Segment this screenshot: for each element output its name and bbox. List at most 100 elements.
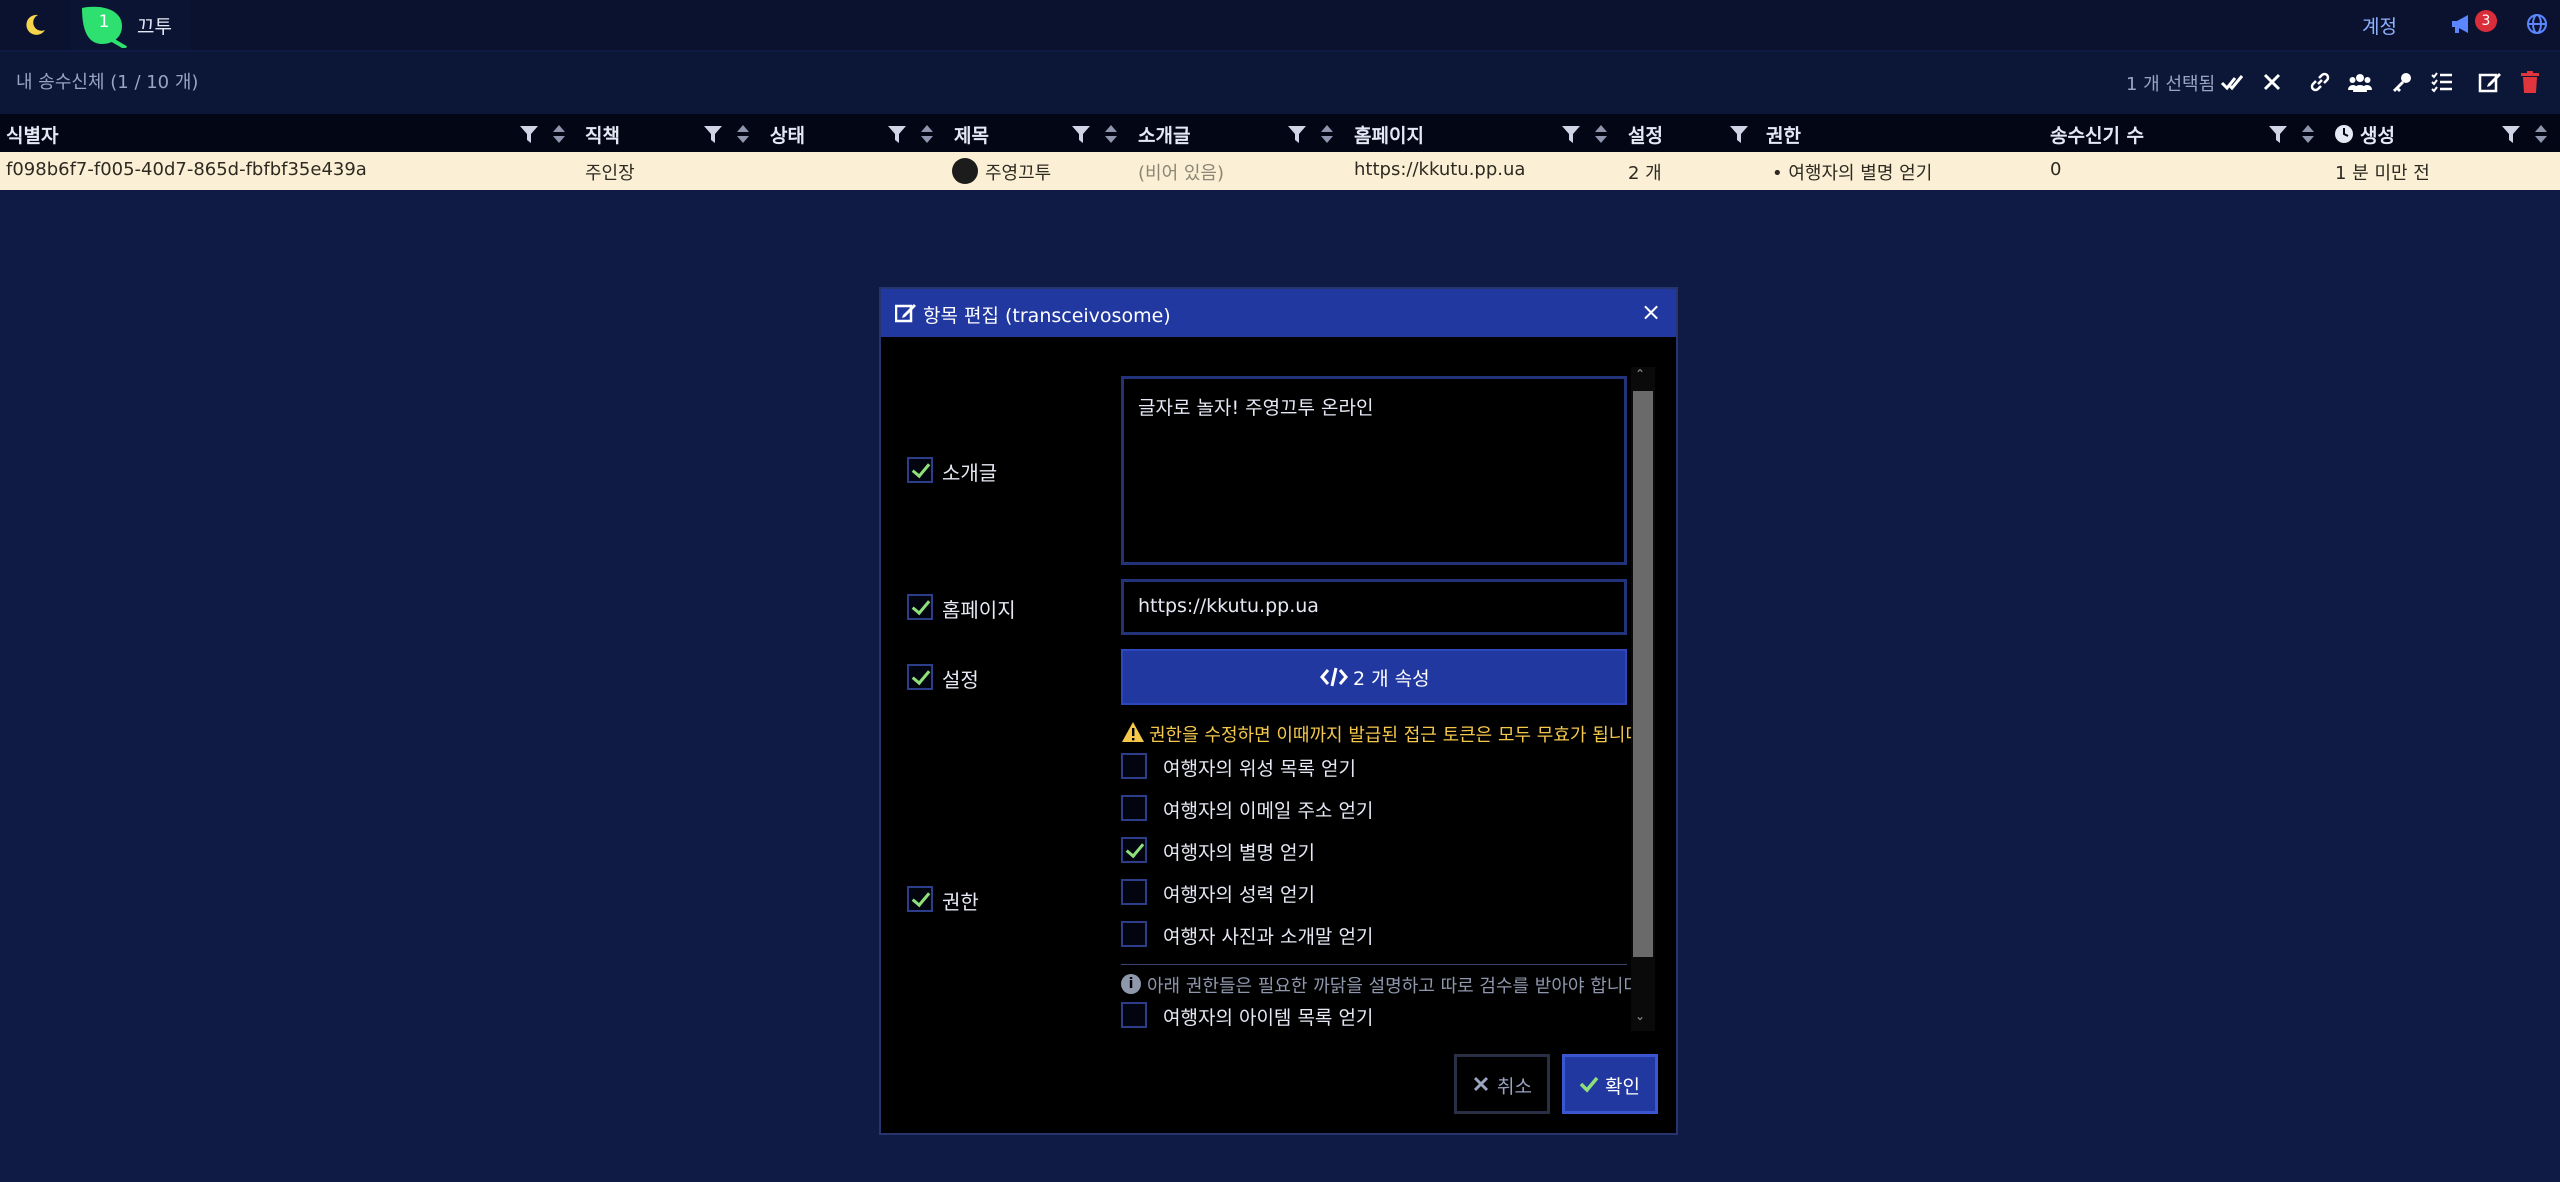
scrollbar[interactable]: ⌃ ⌄ [1631,367,1655,1031]
filter-icon[interactable] [1070,122,1092,146]
settings-properties-label: 2 개 속성 [1353,668,1430,690]
trash-icon[interactable] [2518,70,2542,94]
key-icon[interactable] [2390,70,2414,94]
review-notice-text: 아래 권한들은 필요한 까닭을 설명하고 따로 검수를 받아야 합니다. [1147,976,1646,997]
filter-icon[interactable] [1728,122,1750,146]
cell-id: f098b6f7-f005-40d7-865d-fbfbf35e439a [6,159,367,180]
col-header-status[interactable]: 상태 [770,121,805,148]
filter-icon[interactable] [886,122,908,146]
edit-dialog: 항목 편집 (transceivosome) × 소개글 글자로 놀자! 주영끄… [879,287,1678,1135]
dialog-title: 항목 편집 (transceivosome) [923,305,1171,327]
filter-icon[interactable] [1286,122,1308,146]
col-header-receivers[interactable]: 송수신기 수 [2050,121,2144,148]
settings-checkbox[interactable] [907,664,933,690]
clock-icon [2335,125,2353,143]
sort-icon[interactable] [1100,122,1122,146]
list-icon[interactable] [2430,70,2454,94]
table-row[interactable]: f098b6f7-f005-40d7-865d-fbfbf35e439a 주인장… [0,152,2560,190]
col-header-title[interactable]: 제목 [954,121,989,148]
settings-label: 설정 [942,668,979,692]
scroll-up-icon[interactable]: ⌃ [1635,367,1645,381]
filter-icon[interactable] [702,122,724,146]
col-header-homepage[interactable]: 홈페이지 [1354,121,1424,148]
perm-checkbox-items[interactable] [1121,1002,1147,1028]
code-icon [1320,667,1348,687]
globe-icon[interactable] [2526,13,2548,35]
link-icon[interactable] [2308,70,2332,94]
info-icon: i [1121,974,1141,994]
megaphone-icon[interactable] [2450,13,2474,35]
cell-settings: 2 개 [1628,163,1662,184]
warning-text: 권한을 수정하면 이때까지 발급된 접근 토큰은 모두 무효가 됩니다. [1149,725,1648,746]
app-name[interactable]: 끄투 [137,12,172,39]
sort-icon[interactable] [2297,122,2319,146]
settings-properties-button[interactable]: 2 개 속성 [1121,649,1627,705]
account-link[interactable]: 계정 [2362,12,2397,39]
perm-checkbox-gender[interactable] [1121,879,1147,905]
filter-icon[interactable] [2267,122,2289,146]
permissions-label: 권한 [942,890,979,914]
perm-label-photo: 여행자 사진과 소개말 얻기 [1163,926,1374,948]
filter-icon[interactable] [2500,122,2522,146]
selection-count: 1 개 선택됨 [2126,74,2216,95]
col-header-intro[interactable]: 소개글 [1138,121,1190,148]
cancel-label: 취소 [1497,1076,1532,1098]
perm-label-nickname: 여행자의 별명 얻기 [1163,842,1315,864]
confirm-button[interactable]: 확인 [1562,1054,1658,1114]
perm-label-items: 여행자의 아이템 목록 얻기 [1163,1007,1374,1029]
sort-icon[interactable] [916,122,938,146]
scroll-down-icon[interactable]: ⌄ [1635,1009,1645,1023]
edit-icon [895,304,916,323]
filter-icon[interactable] [1560,122,1582,146]
intro-checkbox[interactable] [907,457,933,483]
sort-icon[interactable] [2530,122,2552,146]
cancel-button[interactable]: 취소 [1454,1054,1550,1114]
col-header-created[interactable]: 생성 [2360,121,2395,148]
perm-checkbox-satellites[interactable] [1121,753,1147,779]
perm-checkbox-photo[interactable] [1121,921,1147,947]
col-header-id[interactable]: 식별자 [6,121,58,148]
top-bar: 1 끄투 계정 3 [0,0,2560,50]
cell-role: 주인장 [585,163,635,184]
sort-icon[interactable] [1316,122,1338,146]
users-icon[interactable] [2348,70,2372,94]
clear-selection-icon[interactable] [2260,70,2284,94]
cell-permissions: • 여행자의 별명 얻기 [1772,163,1933,184]
homepage-input[interactable]: https://kkutu.pp.ua [1121,579,1627,635]
perm-label-satellites: 여행자의 위성 목록 얻기 [1163,758,1356,780]
tab-count-badge: 1 [98,12,110,32]
select-all-icon[interactable] [2220,70,2244,94]
col-header-settings[interactable]: 설정 [1628,121,1663,148]
perm-checkbox-nickname[interactable] [1121,837,1147,863]
cell-title: 주영끄투 [985,163,1052,184]
scrollbar-thumb[interactable] [1633,391,1653,957]
permissions-checkbox[interactable] [907,886,933,912]
intro-textarea[interactable]: 글자로 놀자! 주영끄투 온라인 [1121,376,1627,565]
homepage-value: https://kkutu.pp.ua [1138,595,1319,617]
cell-receivers: 0 [2050,159,2062,180]
sort-icon[interactable] [548,122,570,146]
perm-label-email: 여행자의 이메일 주소 얻기 [1163,800,1374,822]
intro-value: 글자로 놀자! 주영끄투 온라인 [1138,397,1374,419]
close-icon [1473,1076,1489,1092]
table-header: 식별자 직책 상태 제목 소개글 홈페이지 설정 권한 송수신기 수 생성 [0,114,2560,154]
col-header-role[interactable]: 직책 [585,121,620,148]
divider [1121,964,1627,965]
col-header-permissions[interactable]: 권한 [1766,121,1801,148]
notification-count-badge: 3 [2475,10,2497,32]
close-icon[interactable]: × [1641,299,1661,325]
perm-label-gender: 여행자의 성력 얻기 [1163,884,1315,906]
homepage-label: 홈페이지 [942,598,1016,622]
confirm-label: 확인 [1605,1076,1640,1098]
sort-icon[interactable] [1590,122,1612,146]
filter-icon[interactable] [518,122,540,146]
edit-icon[interactable] [2478,70,2502,94]
homepage-checkbox[interactable] [907,594,933,620]
list-toolbar: 내 송수신체 (1 / 10 개) 1 개 선택됨 [0,52,2560,114]
dialog-header: 항목 편집 (transceivosome) × [881,289,1676,337]
moon-icon[interactable] [22,12,48,38]
cell-homepage: https://kkutu.pp.ua [1354,159,1526,180]
perm-checkbox-email[interactable] [1121,795,1147,821]
avatar [952,158,978,184]
sort-icon[interactable] [732,122,754,146]
